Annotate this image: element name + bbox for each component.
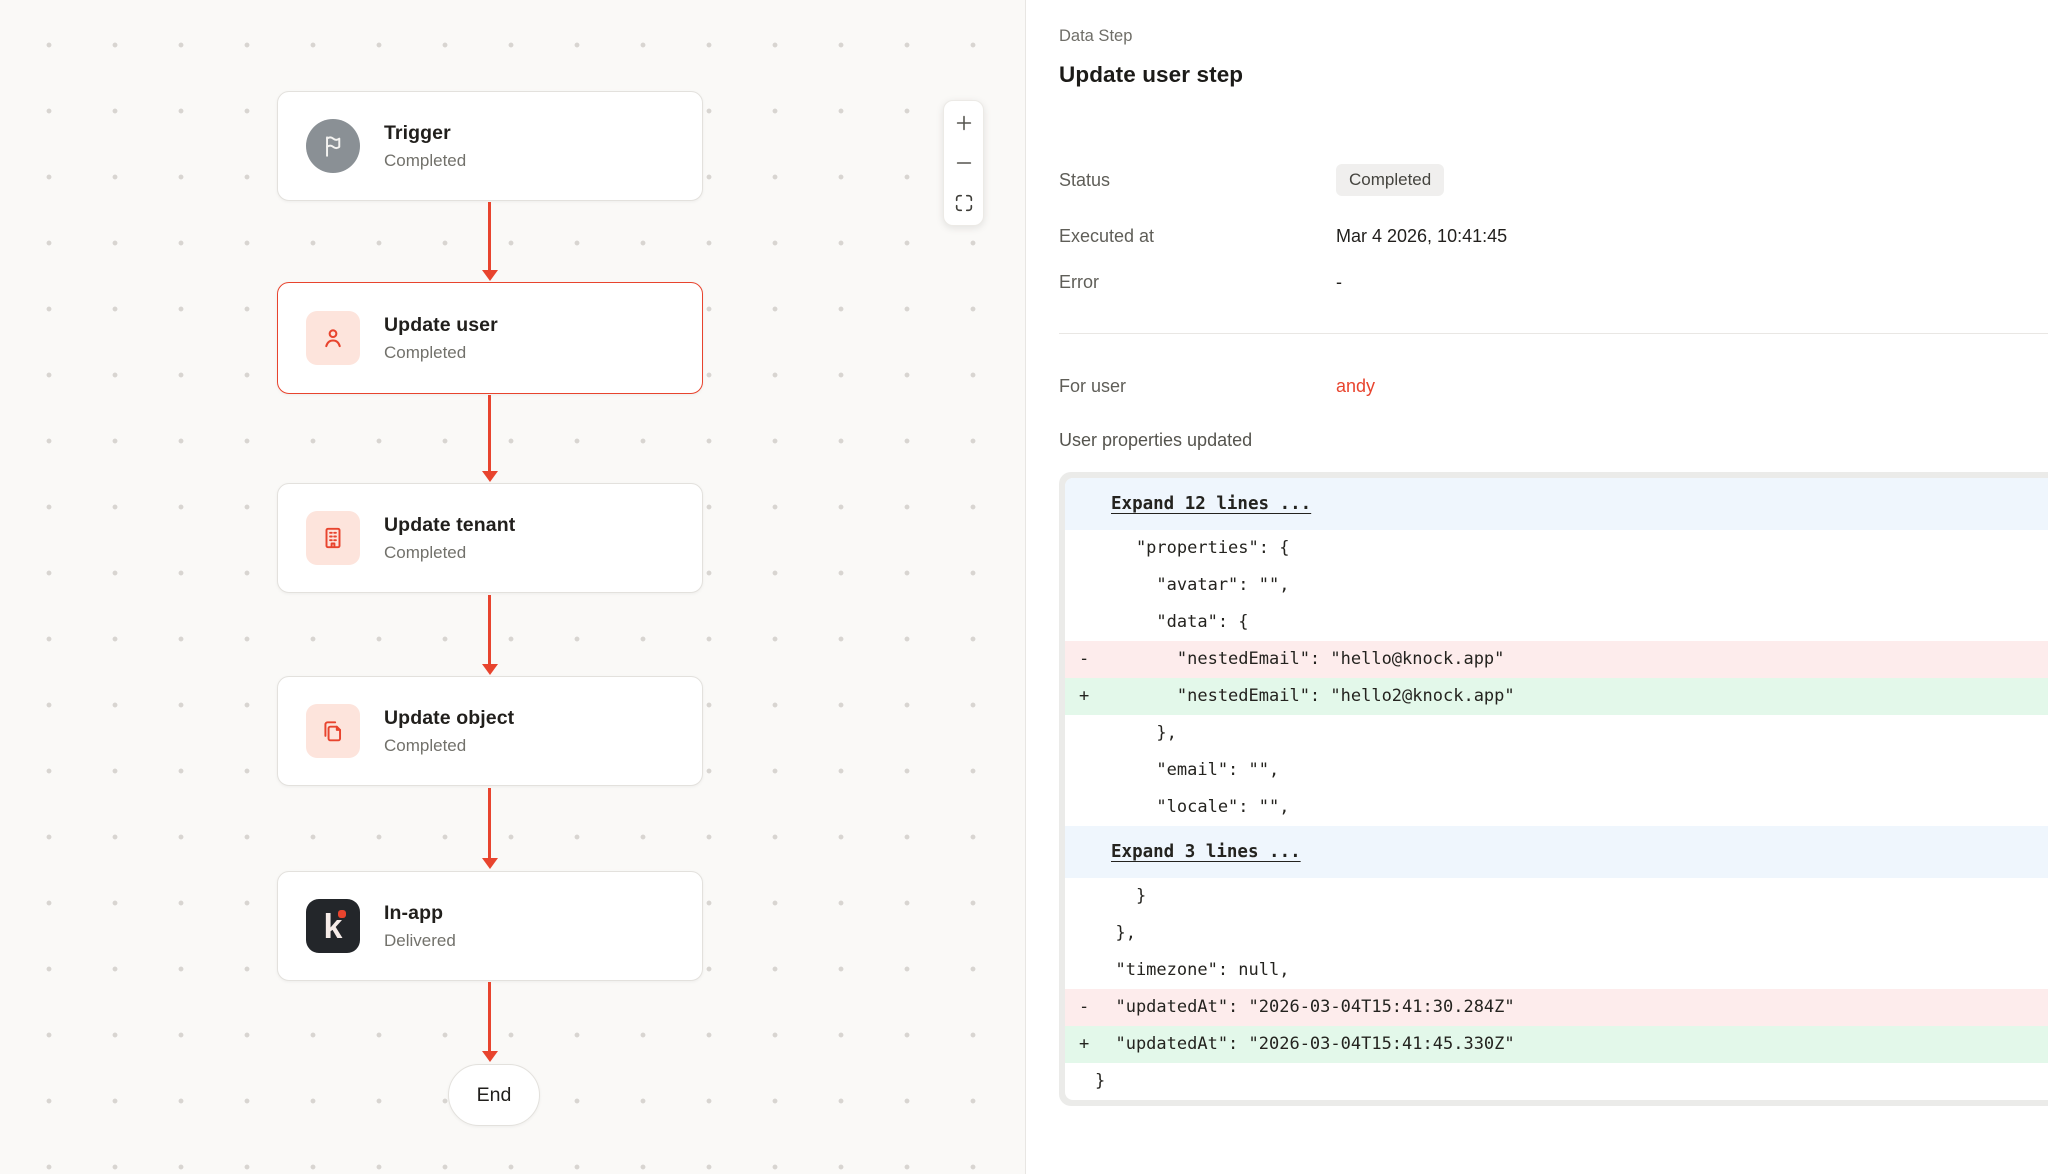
node-trigger[interactable]: Trigger Completed: [277, 91, 703, 201]
zoom-in-button[interactable]: [949, 108, 979, 138]
panel-eyebrow: Data Step: [1059, 27, 1132, 46]
for-user-row: For user andy: [1059, 368, 1375, 404]
edge-arrow: [488, 595, 491, 666]
edge-arrow: [488, 788, 491, 860]
knock-logo: k: [306, 899, 360, 953]
node-title: Update tenant: [384, 514, 515, 537]
flag-icon: [306, 119, 360, 173]
section-divider: [1059, 333, 2048, 334]
expand-lines-button[interactable]: Expand 3 lines ...: [1065, 826, 2048, 878]
diff-line-added: + "nestedEmail": "hello2@knock.app": [1065, 678, 2048, 715]
node-in-app[interactable]: k In-app Delivered: [277, 871, 703, 981]
diff-line: "email": "",: [1065, 752, 2048, 789]
node-title: In-app: [384, 902, 456, 925]
diff-line: }: [1065, 878, 2048, 915]
knock-logo-dot: [338, 910, 346, 918]
node-status: Completed: [384, 343, 498, 363]
node-update-user[interactable]: Update user Completed: [277, 282, 703, 394]
diff-line: "locale": "",: [1065, 789, 2048, 826]
diff-line: "avatar": "",: [1065, 567, 2048, 604]
building-icon: [306, 511, 360, 565]
executed-at-value: Mar 4 2026, 10:41:45: [1336, 226, 1507, 247]
node-title: Update user: [384, 314, 498, 337]
node-end[interactable]: End: [448, 1064, 540, 1126]
canvas-zoom-toolbar: [943, 100, 984, 226]
node-title: Trigger: [384, 122, 466, 145]
step-detail-panel: Data Step Update user step Status Comple…: [1026, 0, 2048, 1174]
fit-view-icon[interactable]: [949, 188, 979, 218]
diff-line: },: [1065, 715, 2048, 752]
error-value: -: [1336, 272, 1342, 293]
edge-arrow: [488, 202, 491, 272]
copy-icon: [306, 704, 360, 758]
panel-title: Update user step: [1059, 62, 1243, 88]
end-label: End: [477, 1084, 512, 1107]
node-update-tenant[interactable]: Update tenant Completed: [277, 483, 703, 593]
properties-diff-block: Expand 12 lines ... "properties": { "ava…: [1059, 472, 2048, 1106]
diff-line-added: + "updatedAt": "2026-03-04T15:41:45.330Z…: [1065, 1026, 2048, 1063]
status-badge: Completed: [1336, 164, 1444, 196]
node-status: Completed: [384, 151, 466, 171]
zoom-out-button[interactable]: [949, 148, 979, 178]
node-update-object[interactable]: Update object Completed: [277, 676, 703, 786]
diff-line: },: [1065, 915, 2048, 952]
error-row: Error -: [1059, 264, 1342, 300]
diff-line: "timezone": null,: [1065, 952, 2048, 989]
workflow-canvas[interactable]: Trigger Completed Update user Completed: [0, 0, 1025, 1174]
diff-line: }: [1065, 1063, 2048, 1100]
status-row: Status Completed: [1059, 160, 1444, 200]
node-status: Delivered: [384, 931, 456, 951]
section-label: User properties updated: [1059, 430, 1252, 451]
node-title: Update object: [384, 707, 514, 730]
for-user-label: For user: [1059, 376, 1336, 397]
workflow-debugger: Trigger Completed Update user Completed: [0, 0, 2048, 1174]
executed-at-row: Executed at Mar 4 2026, 10:41:45: [1059, 218, 1507, 254]
edge-arrow: [488, 395, 491, 473]
error-label: Error: [1059, 272, 1336, 293]
user-link[interactable]: andy: [1336, 376, 1375, 397]
diff-line: "data": {: [1065, 604, 2048, 641]
user-icon: [306, 311, 360, 365]
executed-at-label: Executed at: [1059, 226, 1336, 247]
diff-line: "properties": {: [1065, 530, 2048, 567]
node-status: Completed: [384, 543, 515, 563]
node-status: Completed: [384, 736, 514, 756]
status-label: Status: [1059, 170, 1336, 191]
diff-line-removed: - "nestedEmail": "hello@knock.app": [1065, 641, 2048, 678]
expand-lines-button[interactable]: Expand 12 lines ...: [1065, 478, 2048, 530]
edge-arrow: [488, 982, 491, 1053]
diff-line-removed: - "updatedAt": "2026-03-04T15:41:30.284Z…: [1065, 989, 2048, 1026]
